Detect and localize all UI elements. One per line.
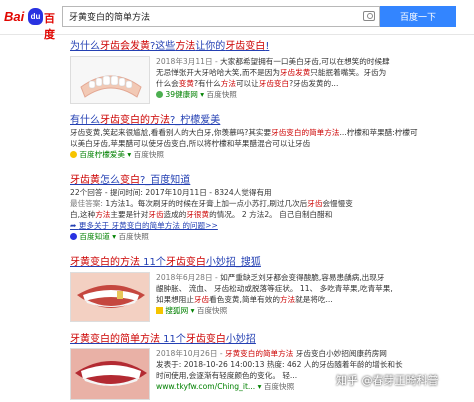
result-source: 百度柠檬爱美 ▾ 百度快照 — [70, 149, 470, 160]
paw-icon: du — [28, 8, 43, 25]
source-link[interactable]: 搜狐网 — [165, 306, 188, 315]
result-title[interactable]: 有什么牙齿变白的方法?_柠檬爱美 — [70, 114, 470, 127]
dropdown-arrow-icon[interactable]: ▾ — [191, 306, 195, 315]
search-result-4: 牙黄变白的方法 11个牙齿变白小妙招_搜狐 — [70, 256, 470, 269]
result-title[interactable]: 牙黄变白的简单方法 11个牙齿变白小妙招 — [70, 333, 470, 346]
result-body: 2018年6月28日 - 如严重缺乏刘牙都会变得酸脆,容易患龋病,出现牙 龈肿胀… — [156, 272, 462, 316]
camera-icon[interactable] — [363, 11, 375, 21]
result-source: 搜狐网 ▾ 百度快照 — [156, 305, 462, 316]
zhihu-watermark: 知乎 @春芽正畸科普 — [336, 374, 439, 387]
search-input[interactable] — [63, 7, 361, 26]
result-desc: 牙齿变黄,笑起来很尴尬,看看别人的大白牙,你羡慕吗?其实要牙齿变白的简单方法..… — [70, 128, 418, 148]
result-desc: 2018年6月28日 - 如严重缺乏刘牙都会变得酸脆,容易患龋病,出现牙 龈肿胀… — [156, 273, 393, 304]
best-answer: 最佳答案: 1方法1。每次刷牙的时候在牙膏上加一点小苏打,刷过几次后牙齿会慢慢变… — [70, 199, 353, 219]
search-result-1: 为什么牙齿会发黄?这些方法让你的牙齿变白! — [70, 40, 470, 53]
snapshot-link[interactable]: 百度快照 — [264, 382, 294, 391]
result-title[interactable]: 牙齿黄怎么变白?_百度知道 — [70, 174, 470, 187]
snapshot-link[interactable]: 百度快照 — [134, 150, 164, 159]
sohu-favicon-icon — [156, 307, 163, 314]
search-result-5: 牙黄变白的简单方法 11个牙齿变白小妙招 — [70, 333, 470, 346]
result-title[interactable]: 牙黄变白的方法 11个牙齿变白小妙招_搜狐 — [70, 256, 470, 269]
result-thumbnail-teeth[interactable] — [70, 348, 150, 400]
search-box — [62, 6, 380, 27]
result-body: 2018年3月11日 - 大家都希望拥有一口美白牙齿,可以在想笑的时候肆 无忌惮… — [156, 56, 462, 100]
lemon-favicon-icon — [70, 151, 77, 158]
source-link[interactable]: www.tkyfw.com/Ching_it... — [156, 382, 255, 391]
more-questions-link[interactable]: ➦ 更多关于 牙黄变白的简单方法 的问题>> — [70, 220, 470, 231]
dropdown-arrow-icon[interactable]: ▾ — [200, 90, 204, 99]
logo-baidu-text: 百度 — [44, 12, 55, 41]
dropdown-arrow-icon[interactable]: ▾ — [258, 382, 262, 391]
site-favicon-icon — [156, 91, 163, 98]
dropdown-arrow-icon[interactable]: ▾ — [127, 150, 131, 159]
search-header: Bai du 百度 百度一下 — [0, 0, 474, 41]
result-desc: 2018年3月11日 - 大家都希望拥有一口美白牙齿,可以在想笑的时候肆 无忌惮… — [156, 57, 390, 88]
baidu-logo[interactable]: Bai du 百度 — [4, 7, 60, 41]
search-result-2: 有什么牙齿变白的方法?_柠檬爱美 牙齿变黄,笑起来很尴尬,看看别人的大白牙,你羡… — [70, 114, 470, 160]
logo-bai: Bai — [4, 9, 25, 24]
snapshot-link[interactable]: 百度快照 — [197, 306, 227, 315]
source-link[interactable]: 百度知道 — [79, 232, 109, 241]
result-meta: 22个回答 - 提问时间: 2017年10月11日 - 8324人觉得有用 — [70, 188, 272, 197]
result-source: 百度知道 ▾ 百度快照 — [70, 231, 470, 242]
dropdown-arrow-icon[interactable]: ▾ — [112, 232, 116, 241]
result-thumbnail-smile[interactable] — [70, 272, 150, 322]
source-link[interactable]: 39健康网 — [165, 90, 197, 99]
search-button[interactable]: 百度一下 — [380, 6, 456, 27]
result-thumbnail-dentures[interactable] — [70, 56, 150, 104]
snapshot-link[interactable]: 百度快照 — [207, 90, 237, 99]
source-link[interactable]: 百度柠檬爱美 — [79, 150, 125, 159]
arrow-icon: ➦ — [70, 221, 79, 230]
baidu-zhidao-favicon-icon — [70, 233, 77, 240]
result-source: 39健康网 ▾ 百度快照 — [156, 89, 462, 100]
result-title[interactable]: 为什么牙齿会发黄?这些方法让你的牙齿变白! — [70, 40, 470, 53]
snapshot-link[interactable]: 百度快照 — [118, 232, 148, 241]
search-result-3: 牙齿黄怎么变白?_百度知道 22个回答 - 提问时间: 2017年10月11日 … — [70, 174, 470, 242]
